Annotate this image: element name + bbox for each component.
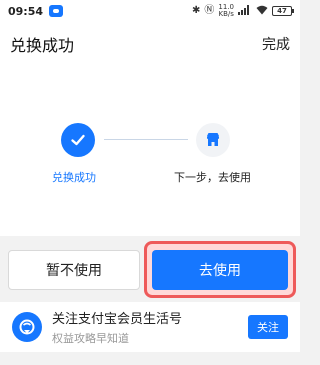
step-next-label: 下一步，去使用 [174,171,251,184]
follow-text: 关注支付宝会员生活号 权益攻略早知道 [52,308,182,346]
store-icon [207,133,219,146]
nfc-icon: Ⓝ [204,5,215,16]
done-button[interactable]: 完成 [262,34,290,54]
step-done-label: 兑换成功 [52,171,96,184]
signal-icon [238,4,252,18]
status-icons: ✱ Ⓝ 11.0 KB/s 47 [192,3,294,18]
step-next-circle [196,123,230,157]
page-title: 兑换成功 [10,36,75,55]
member-badge-icon [12,312,42,342]
follow-subtitle: 权益攻略早知道 [52,332,129,345]
use-button[interactable]: 去使用 [152,250,288,290]
status-bar: 09:54 ✱ Ⓝ 11.0 KB/s 47 [0,0,300,22]
not-now-button[interactable]: 暂不使用 [8,250,140,290]
app-notification-icon [49,5,64,17]
status-time: 09:54 [8,4,44,18]
step-connector [104,139,188,140]
follow-title: 关注支付宝会员生活号 [52,312,183,327]
steps-panel: 兑换成功 下一步，去使用 [0,66,300,236]
network-speed: 11.0 KB/s [218,3,234,18]
wifi-icon [256,5,268,18]
battery-level: 47 [277,7,287,15]
check-icon [71,134,85,146]
follow-card: 关注支付宝会员生活号 权益攻略早知道 关注 [0,302,300,352]
battery-icon: 47 [272,6,294,16]
follow-button[interactable]: 关注 [248,315,288,339]
bluetooth-icon: ✱ [192,5,201,16]
header: 兑换成功 完成 [0,22,300,66]
step-done-circle [61,123,95,157]
